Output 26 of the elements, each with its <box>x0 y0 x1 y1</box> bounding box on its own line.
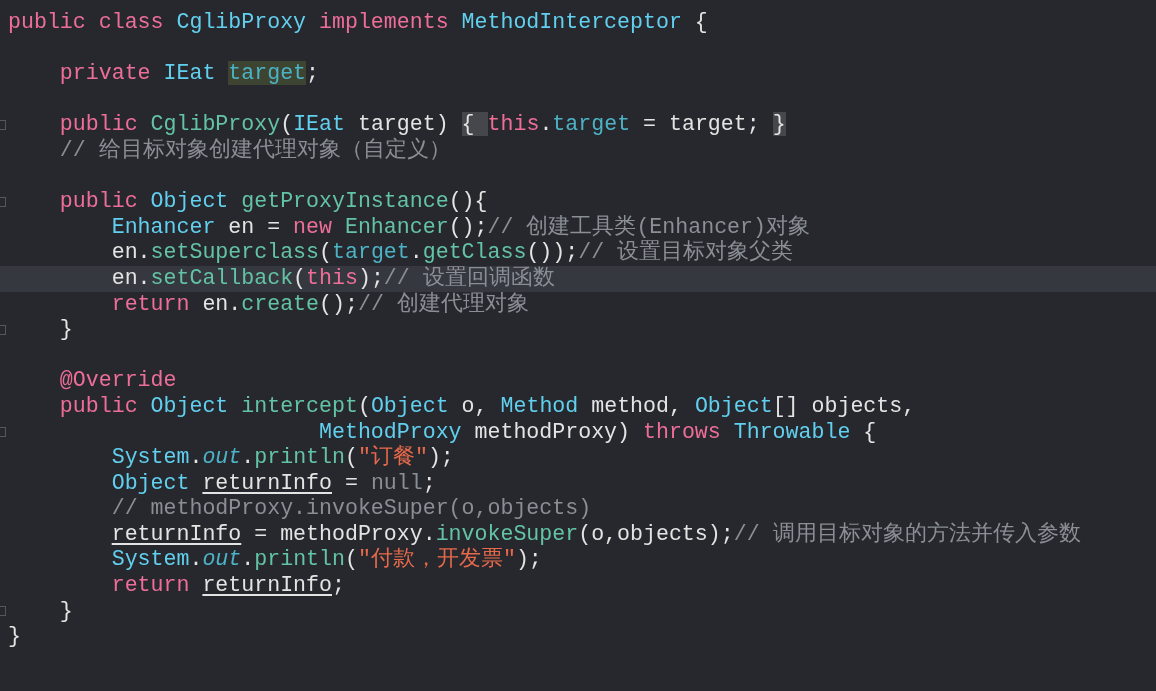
code-line: } <box>58 317 73 343</box>
code-line: System.out.println("订餐"); <box>110 445 454 471</box>
fold-marker-icon[interactable] <box>0 120 6 131</box>
code-line: public Object intercept(Object o, Method method, Object[] objects, <box>58 393 916 420</box>
code-line: public CglibProxy(IEat target) { this.target = target; } <box>58 112 786 137</box>
code-line: System.out.println("付款，开发票"); <box>110 547 542 574</box>
fold-marker-icon[interactable] <box>0 606 6 617</box>
code-line: returnInfo = methodProxy.invokeSuper(o,objects);// 调用目标对象的方法并传入参数 <box>110 521 1081 547</box>
code-line: MethodProxy methodProxy) throws Throwable { <box>318 419 877 445</box>
code-line: // 给目标对象创建代理对象（自定义） <box>58 137 451 164</box>
code-line: public Object getProxyInstance(){ <box>58 189 488 215</box>
code-line: return en.create();// 创建代理对象 <box>110 291 529 318</box>
code-line: return returnInfo; <box>110 573 345 599</box>
fold-marker-icon[interactable] <box>0 324 6 335</box>
code-line: Object returnInfo = null; <box>110 470 436 497</box>
code-line: en.setCallback(this);// 设置回调函数 <box>110 265 555 292</box>
code-line: Enhancer en = new Enhancer();// 创建工具类(Enhancer)对象 <box>110 214 810 240</box>
fold-marker-icon[interactable] <box>0 427 6 438</box>
code-line: public class CglibProxy implements MethodInterceptor { <box>8 10 708 36</box>
code-line: // methodProxy.invokeSuper(o,objects) <box>110 496 592 522</box>
code-line: private IEat target; <box>58 61 320 87</box>
fold-marker-icon[interactable] <box>0 196 6 207</box>
code-line: @Override <box>58 368 177 394</box>
code-line: } <box>58 598 73 625</box>
code-line: en.setSuperclass(target.getClass());// 设置目标对象父类 <box>110 240 794 266</box>
code-line: } <box>8 624 21 650</box>
